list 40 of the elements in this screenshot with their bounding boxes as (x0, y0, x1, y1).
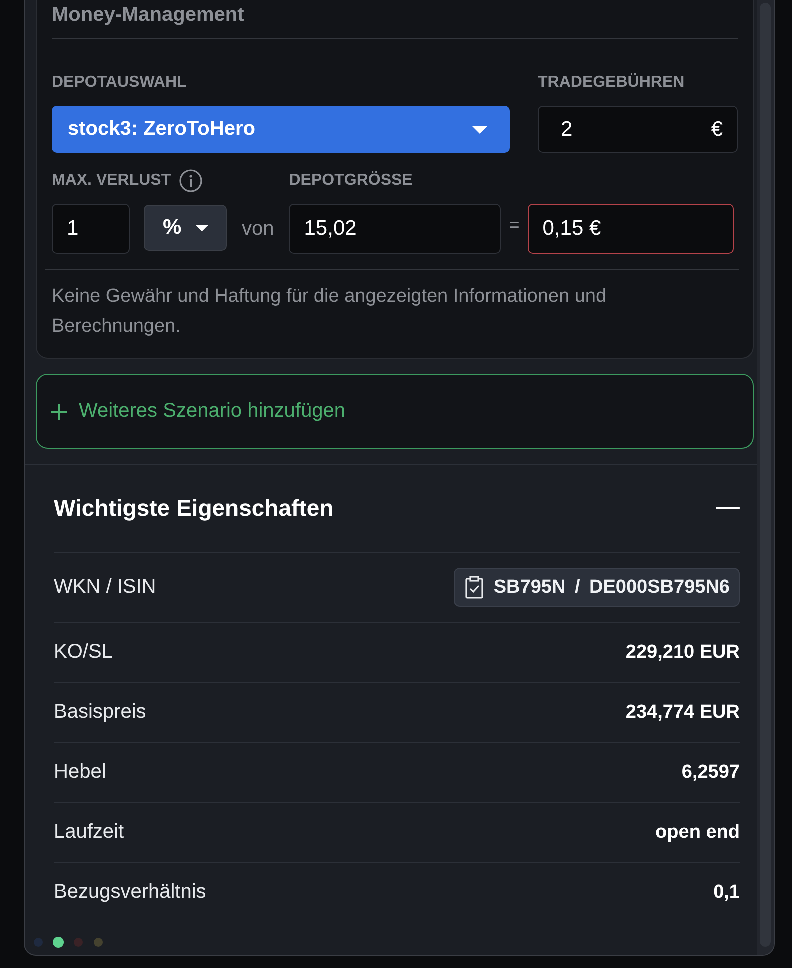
property-label: KO/SL (54, 641, 113, 664)
connector-text: von (242, 218, 274, 241)
collapse-button[interactable] (716, 507, 740, 510)
disclaimer-text: Keine Gewähr und Haftung für die angezeigten Informationen und Berechnungen. (45, 269, 739, 342)
card-title: Money-Management (52, 4, 738, 39)
field-label: MAX. VERLUST (52, 172, 172, 190)
section-title: Wichtigste Eigenschaften (54, 495, 334, 522)
add-scenario-button[interactable]: Weiteres Szenario hinzufügen (36, 374, 754, 449)
loss-input[interactable]: 1 (52, 204, 130, 254)
page-dot[interactable] (94, 938, 103, 947)
property-label: Basispreis (54, 701, 146, 724)
minus-icon (716, 507, 740, 510)
property-label: Laufzeit (54, 821, 124, 844)
unit-dropdown[interactable]: % (144, 205, 227, 251)
property-label: Hebel (54, 761, 106, 784)
property-value: 6,2597 (682, 762, 740, 784)
property-label: Bezugsverhältnis (54, 881, 206, 904)
plus-icon (51, 404, 67, 420)
property-value: open end (656, 822, 740, 844)
property-value: 0,1 (714, 882, 740, 904)
copy-identifier-button[interactable]: SB795N / DE000SB795N6 (454, 568, 740, 607)
caret-icon (196, 224, 208, 232)
page-dot[interactable] (34, 938, 43, 947)
result-field: 0,15 € (528, 204, 734, 254)
field-label: DEPOTGRÖSSE (289, 171, 414, 191)
clipboard-check-icon (464, 576, 484, 599)
property-value: 229,210 EUR (626, 642, 740, 664)
property-label: WKN / ISIN (54, 576, 156, 599)
caret-icon (472, 126, 488, 134)
depot-size-input[interactable]: 15,02 (289, 204, 502, 254)
field-label: TRADEGEBÜHREN (538, 73, 686, 93)
equals-sign: = (509, 215, 520, 236)
fee-input[interactable]: 2 € (538, 106, 738, 153)
active-page-dot[interactable] (54, 938, 63, 947)
scrollbar[interactable] (757, 0, 774, 955)
property-value: 234,774 EUR (626, 702, 740, 724)
field-label: DEPOTAUSWAHL (52, 73, 188, 93)
depot-dropdown[interactable]: stock3: ZeroToHero (52, 106, 510, 153)
page-dot[interactable] (74, 938, 83, 947)
info-icon[interactable] (179, 169, 204, 193)
